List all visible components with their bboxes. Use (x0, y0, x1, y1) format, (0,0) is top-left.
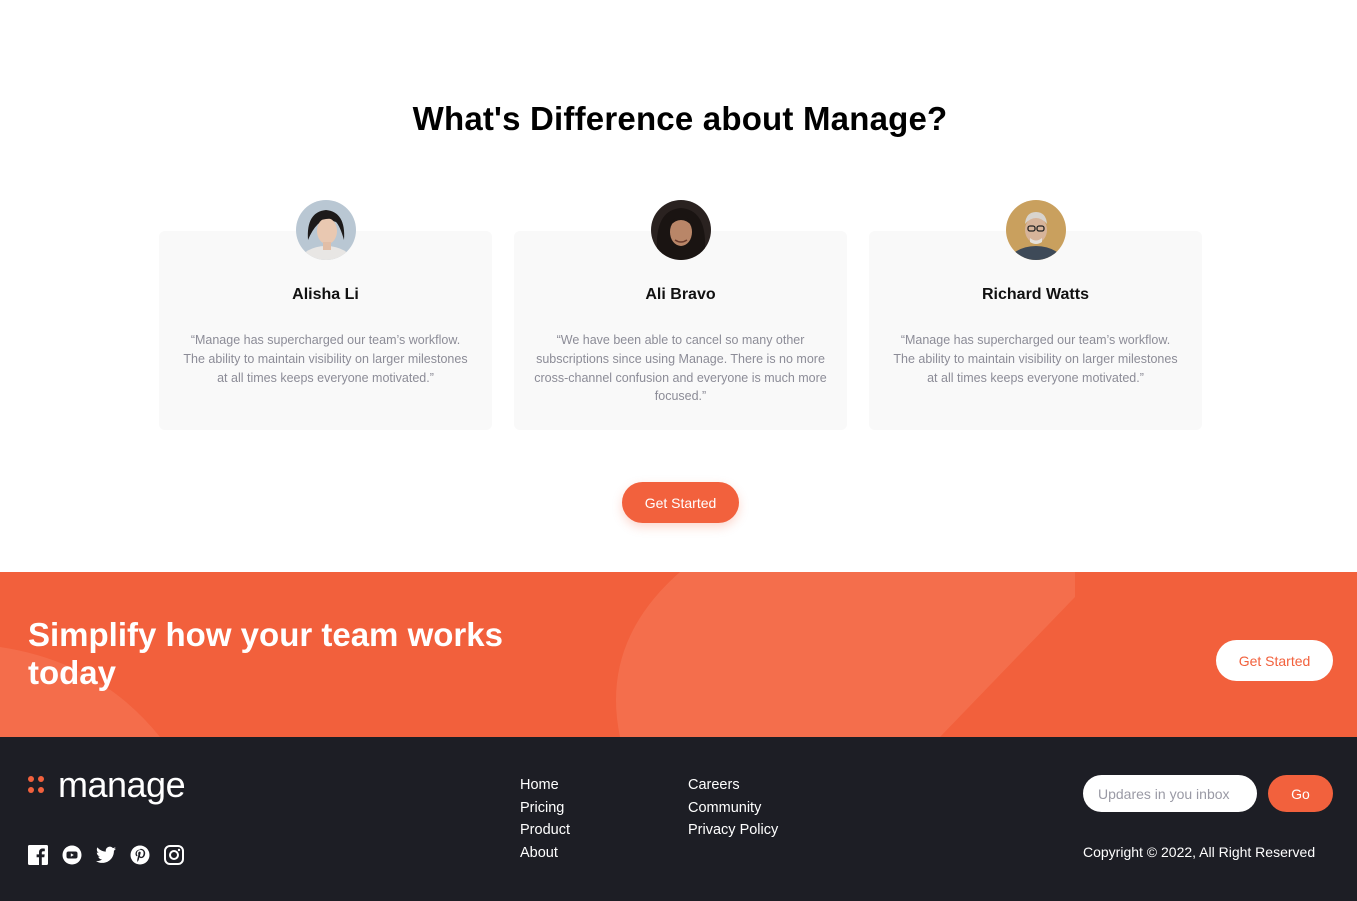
footer-link-pricing[interactable]: Pricing (520, 800, 570, 818)
cta-get-started-button[interactable]: Get Started (1216, 640, 1333, 681)
testimonial-name: Alisha Li (292, 286, 359, 303)
footer-link-privacy-policy[interactable]: Privacy Policy (688, 822, 778, 840)
facebook-icon[interactable] (28, 845, 48, 865)
newsletter-email-input[interactable] (1083, 775, 1257, 812)
footer-links-secondary: Careers Community Privacy Policy (688, 777, 778, 840)
testimonial-quote: “Manage has supercharged our team’s work… (893, 333, 1178, 385)
testimonial-quote: “We have been able to cancel so many oth… (534, 333, 827, 404)
footer: manage Home Pricing Product About Career… (0, 737, 1357, 901)
instagram-icon[interactable] (164, 845, 184, 865)
testimonial-card: Ali Bravo “We have been able to cancel s… (514, 200, 847, 430)
footer-link-careers[interactable]: Careers (688, 777, 778, 795)
footer-link-community[interactable]: Community (688, 800, 778, 818)
newsletter-go-button[interactable]: Go (1268, 775, 1333, 812)
footer-link-product[interactable]: Product (520, 822, 570, 840)
copyright-text: Copyright © 2022, All Right Reserved (1083, 844, 1316, 860)
avatar (296, 200, 356, 260)
avatar (651, 200, 711, 260)
testimonials-section: What's Difference about Manage? Alisha L… (0, 0, 1357, 572)
cta-banner: Simplify how your team works today Get S… (0, 572, 1357, 737)
logo-icon (28, 774, 48, 796)
youtube-icon[interactable] (62, 845, 82, 865)
footer-link-about[interactable]: About (520, 845, 570, 863)
logo-text: manage (58, 764, 186, 805)
pinterest-icon[interactable] (130, 845, 150, 865)
testimonial-card: Richard Watts “Manage has supercharged o… (869, 200, 1202, 430)
footer-links-primary: Home Pricing Product About (520, 777, 570, 862)
avatar (1006, 200, 1066, 260)
get-started-button[interactable]: Get Started (622, 482, 739, 523)
logo[interactable]: manage (28, 764, 186, 805)
footer-link-home[interactable]: Home (520, 777, 570, 795)
section-title: What's Difference about Manage? (412, 100, 948, 137)
testimonial-name: Richard Watts (982, 286, 1089, 303)
testimonial-quote: “Manage has supercharged our team’s work… (183, 333, 468, 385)
social-links (28, 845, 184, 865)
testimonial-name: Ali Bravo (645, 286, 716, 303)
testimonial-card: Alisha Li “Manage has supercharged our t… (159, 200, 492, 430)
twitter-icon[interactable] (96, 845, 116, 865)
cta-title: Simplify how your team works today (28, 616, 503, 691)
